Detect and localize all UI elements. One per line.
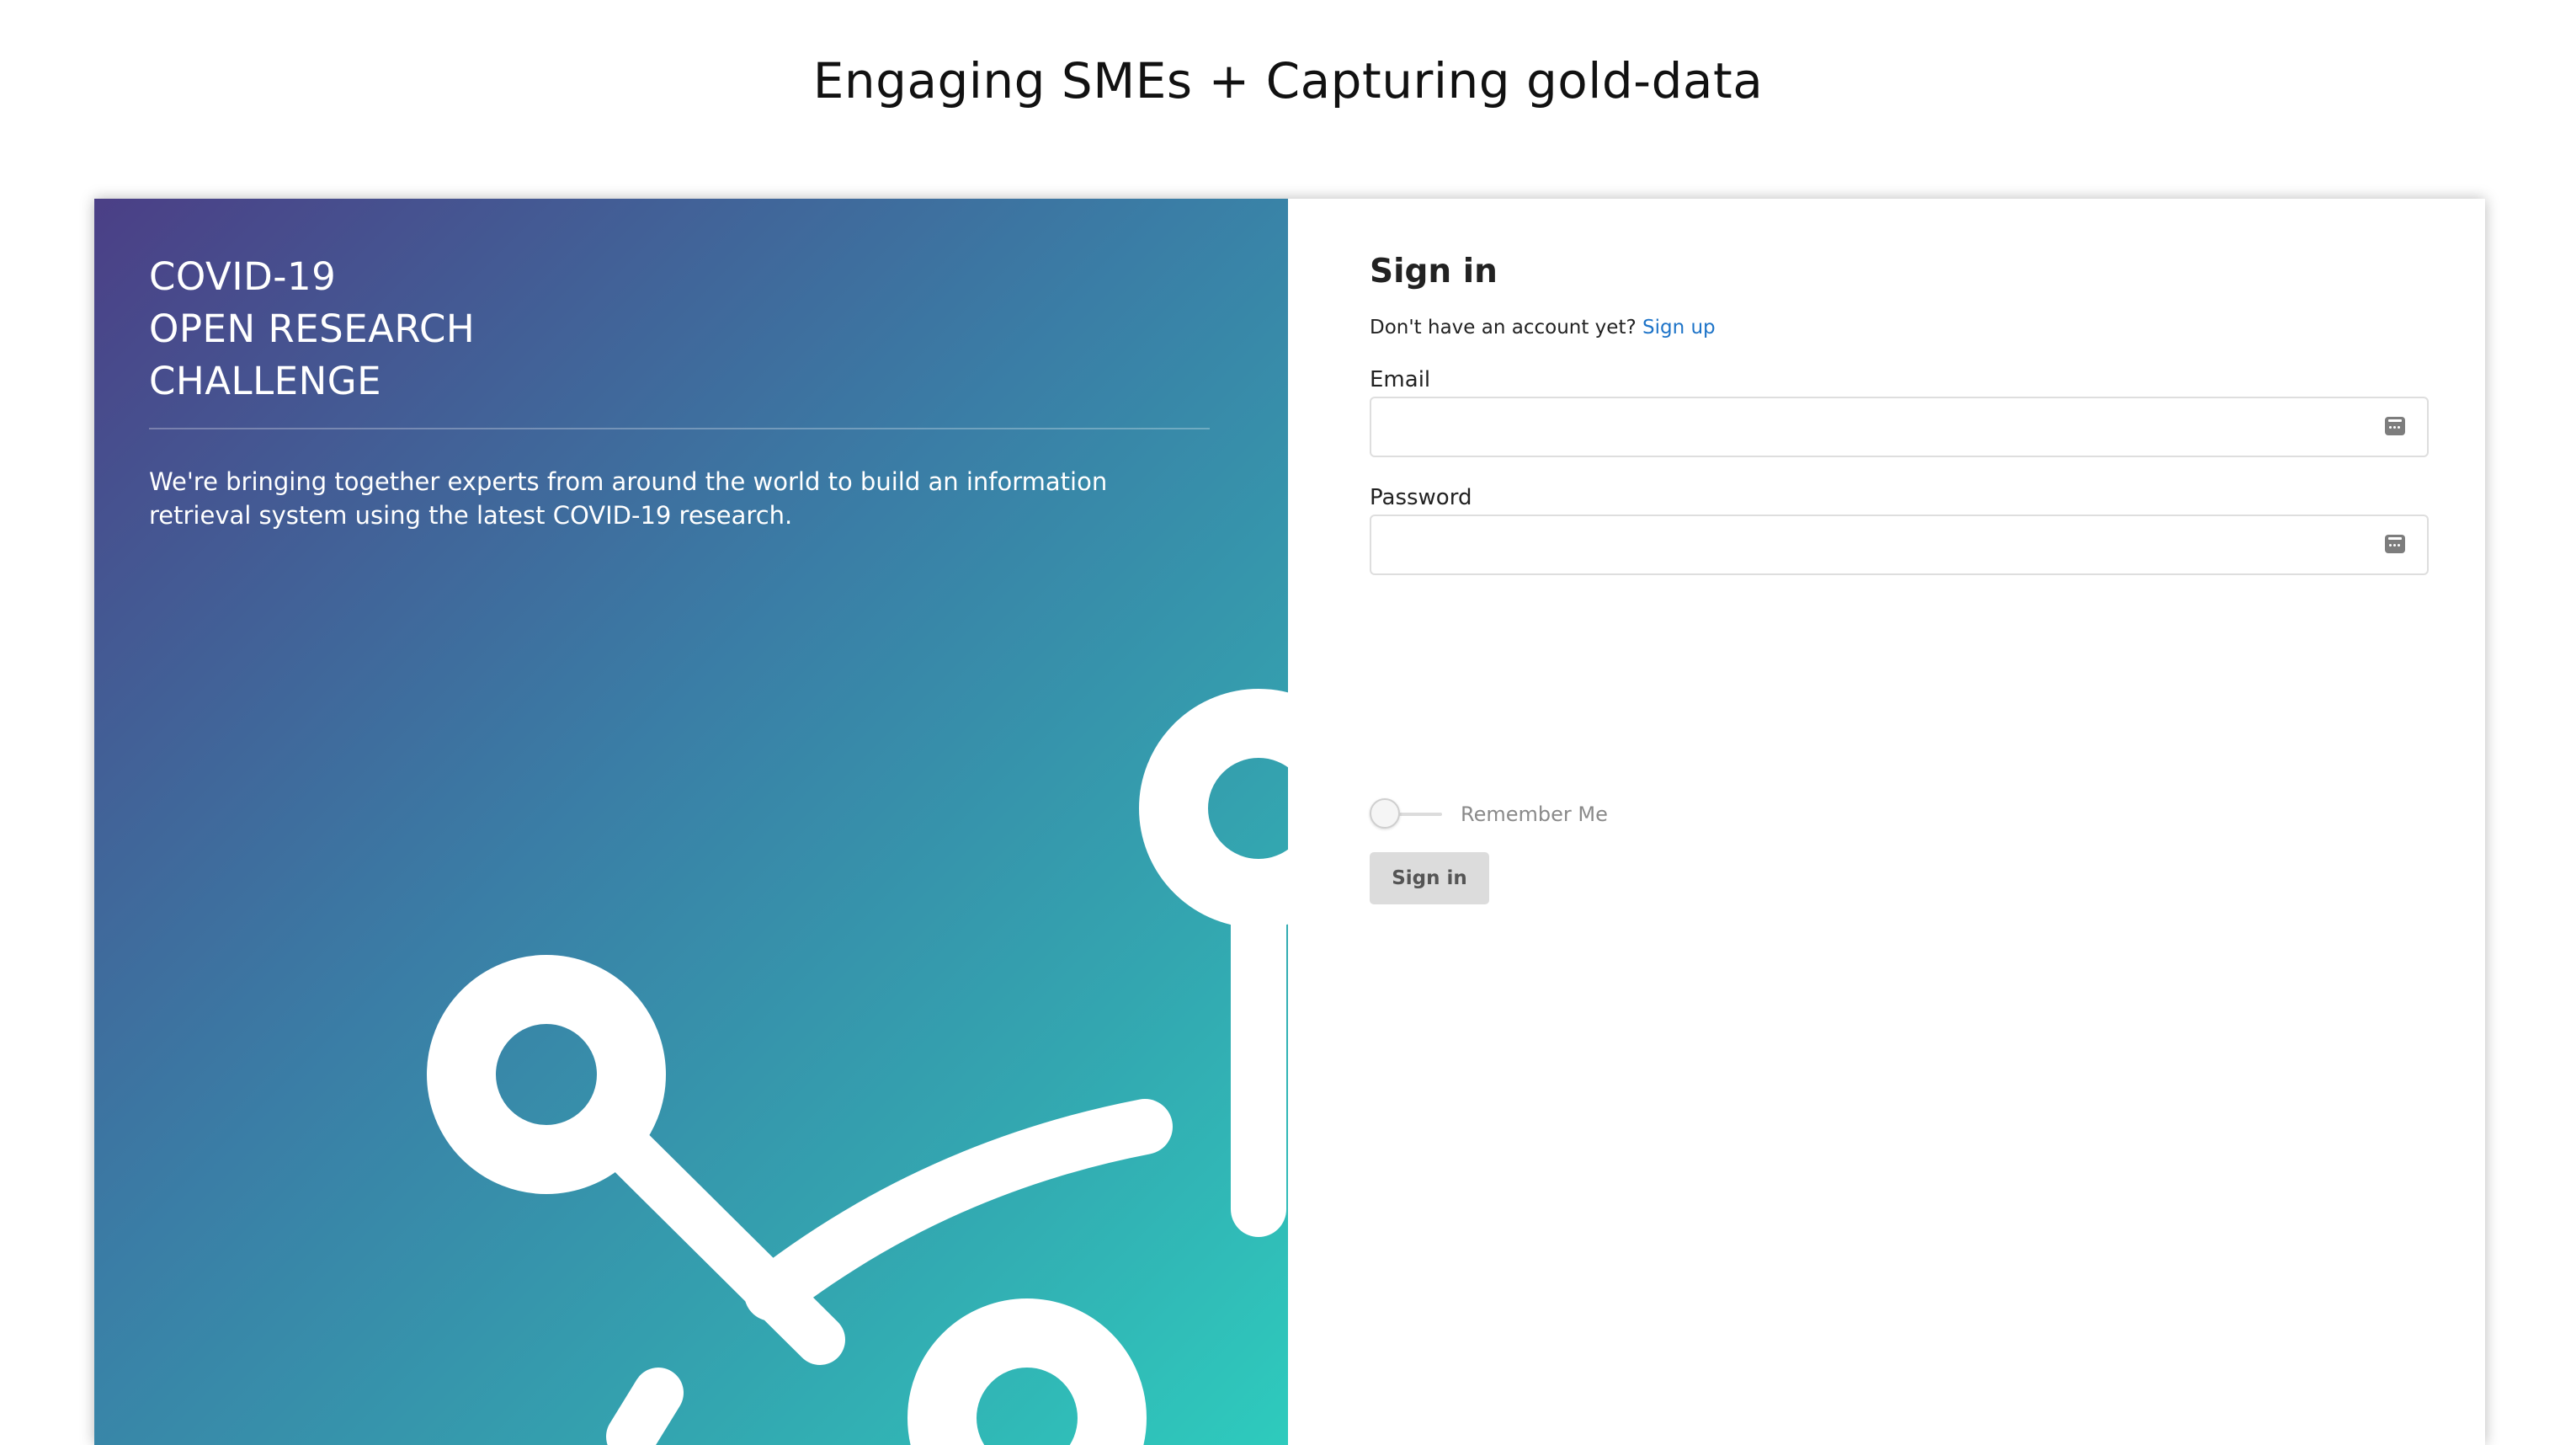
signin-heading: Sign in — [1370, 253, 1498, 291]
signin-button[interactable]: Sign in — [1370, 852, 1489, 904]
no-account-text: Don't have an account yet? — [1370, 317, 1637, 339]
password-manager-key-icon[interactable] — [2385, 417, 2405, 435]
signin-panel: Sign in Don't have an account yet? Sign … — [1288, 199, 2485, 1445]
signup-link[interactable]: Sign up — [1642, 317, 1716, 339]
challenge-description: We're bringing together experts from aro… — [149, 467, 1108, 530]
remember-me-label: Remember Me — [1461, 802, 1608, 826]
slide-title: Engaging SMEs + Capturing gold-data — [812, 52, 1764, 109]
password-label: Password — [1370, 485, 1472, 510]
app-window: COVID-19 OPEN RESEARCH CHALLENGE We're b… — [94, 199, 2485, 1445]
challenge-title-line: COVID-19 — [149, 254, 337, 299]
signup-prompt: Don't have an account yet? Sign up — [1370, 317, 1716, 339]
remember-me-row: Remember Me — [1370, 798, 1706, 832]
email-field[interactable] — [1371, 398, 2427, 456]
password-manager-key-icon[interactable] — [2385, 535, 2405, 553]
email-field-box — [1370, 397, 2429, 457]
challenge-title: COVID-19 OPEN RESEARCH CHALLENGE — [149, 251, 475, 408]
title-divider — [149, 428, 1210, 429]
challenge-title-line: OPEN RESEARCH — [149, 307, 476, 351]
password-field[interactable] — [1371, 516, 2427, 573]
password-field-box — [1370, 515, 2429, 575]
challenge-title-line: CHALLENGE — [149, 359, 382, 403]
remember-me-toggle[interactable] — [1370, 798, 1400, 829]
email-label: Email — [1370, 367, 1431, 392]
hero-panel: COVID-19 OPEN RESEARCH CHALLENGE We're b… — [94, 199, 1288, 1445]
